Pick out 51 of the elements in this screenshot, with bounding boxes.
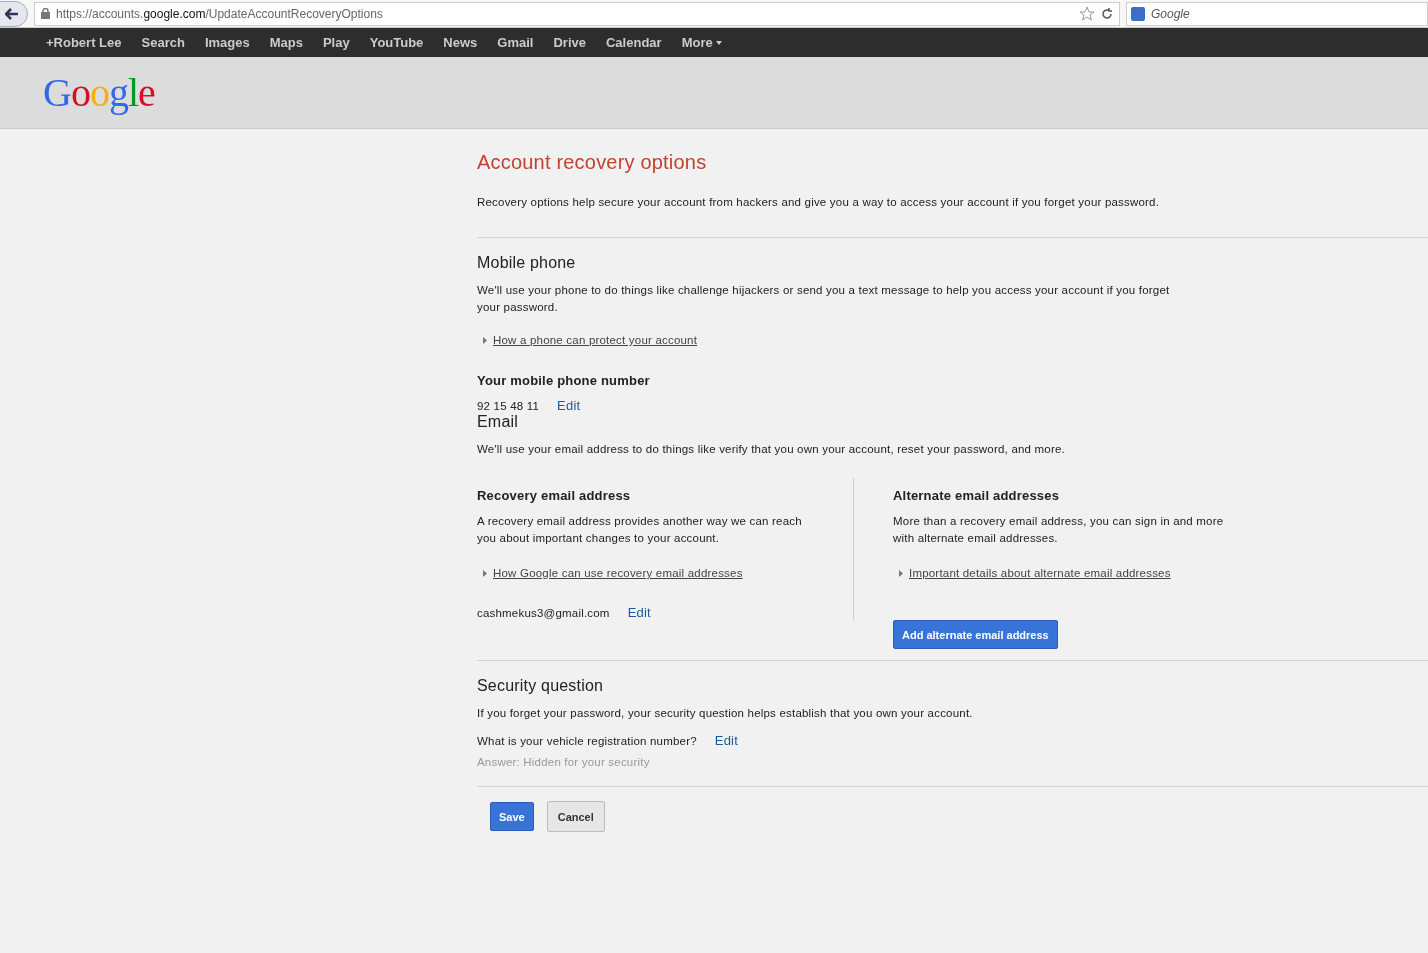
nav-link[interactable]: News — [433, 35, 488, 50]
field-label: Recovery email address — [477, 488, 632, 503]
section-heading: Mobile phone — [477, 254, 577, 272]
save-button[interactable]: Save — [490, 802, 534, 831]
caret-icon — [715, 40, 722, 45]
nav-link[interactable]: Play — [312, 35, 360, 50]
edit-link[interactable]: Edit — [627, 605, 651, 620]
nav-link[interactable]: YouTube — [359, 35, 434, 50]
nav-link[interactable]: Maps — [259, 35, 313, 50]
nav-link[interactable]: Images — [194, 35, 260, 50]
section-description: We'll use your email address to do things like verify that you own your account, reset your password, and more. — [477, 442, 1066, 457]
star-icon[interactable] — [1079, 6, 1095, 21]
page-title: Account recovery options — [477, 151, 708, 174]
security-question: What is your vehicle registration number? — [477, 734, 697, 747]
nav-link[interactable]: Calendar — [596, 35, 672, 50]
nav-link[interactable]: Gmail — [487, 35, 544, 50]
field-description: More than a recovery email address, you can sign in and more with alternate email addresses. — [893, 514, 1225, 546]
back-button[interactable] — [0, 0, 28, 27]
nav-link[interactable]: +Robert Lee — [36, 35, 132, 50]
section-description: We'll use your phone to do things like challenge hijackers or send you a text message to help you access your account if you forget your password. — [477, 283, 1171, 315]
nav-link[interactable]: Search — [131, 35, 195, 50]
answer-hint: Answer: Hidden for your security — [477, 756, 651, 768]
triangle-icon — [483, 569, 487, 577]
search-engine-label: Google — [1151, 6, 1190, 21]
section-description: If you forget your password, your security question helps establish that you own your account. — [477, 706, 974, 721]
lock-icon — [41, 8, 50, 19]
field-label: Your mobile phone number — [477, 373, 651, 388]
edit-link[interactable]: Edit — [557, 398, 581, 413]
phone-number: 92 15 48 11 — [477, 399, 540, 412]
intro-text: Recovery options help secure your account from hackers and give you a way to access your account if you forget your password. — [477, 195, 1161, 210]
search-field[interactable]: Google — [1126, 1, 1428, 26]
address-bar[interactable]: https://accounts.google.com/UpdateAccountRecoveryOptions — [34, 1, 1120, 26]
help-link[interactable]: How a phone can protect your account — [493, 334, 698, 346]
google-logo[interactable]: Google — [43, 69, 155, 116]
cancel-button[interactable]: Cancel — [546, 801, 605, 832]
section-heading: Security question — [477, 677, 605, 695]
help-link[interactable]: How Google can use recovery email addresses — [493, 567, 743, 579]
help-link[interactable]: Important details about alternate email addresses — [909, 567, 1171, 579]
nav-link[interactable]: Drive — [543, 35, 596, 50]
url-text: https://accounts.google.com/UpdateAccountRecoveryOptions — [56, 6, 384, 21]
arrow-icon — [5, 7, 19, 20]
triangle-icon — [483, 336, 487, 344]
field-description: A recovery email address provides another way we can reach you about important changes to your account. — [477, 514, 803, 546]
more-menu[interactable]: More — [671, 35, 732, 50]
edit-link[interactable]: Edit — [714, 733, 738, 748]
reload-icon[interactable] — [1101, 7, 1113, 20]
add-email-button[interactable]: Add alternate email address — [893, 620, 1058, 649]
triangle-icon — [899, 569, 903, 577]
section-heading: Email — [477, 413, 519, 431]
field-label: Alternate email addresses — [893, 488, 1061, 503]
email-address: cashmekus3@gmail.com — [477, 606, 610, 619]
